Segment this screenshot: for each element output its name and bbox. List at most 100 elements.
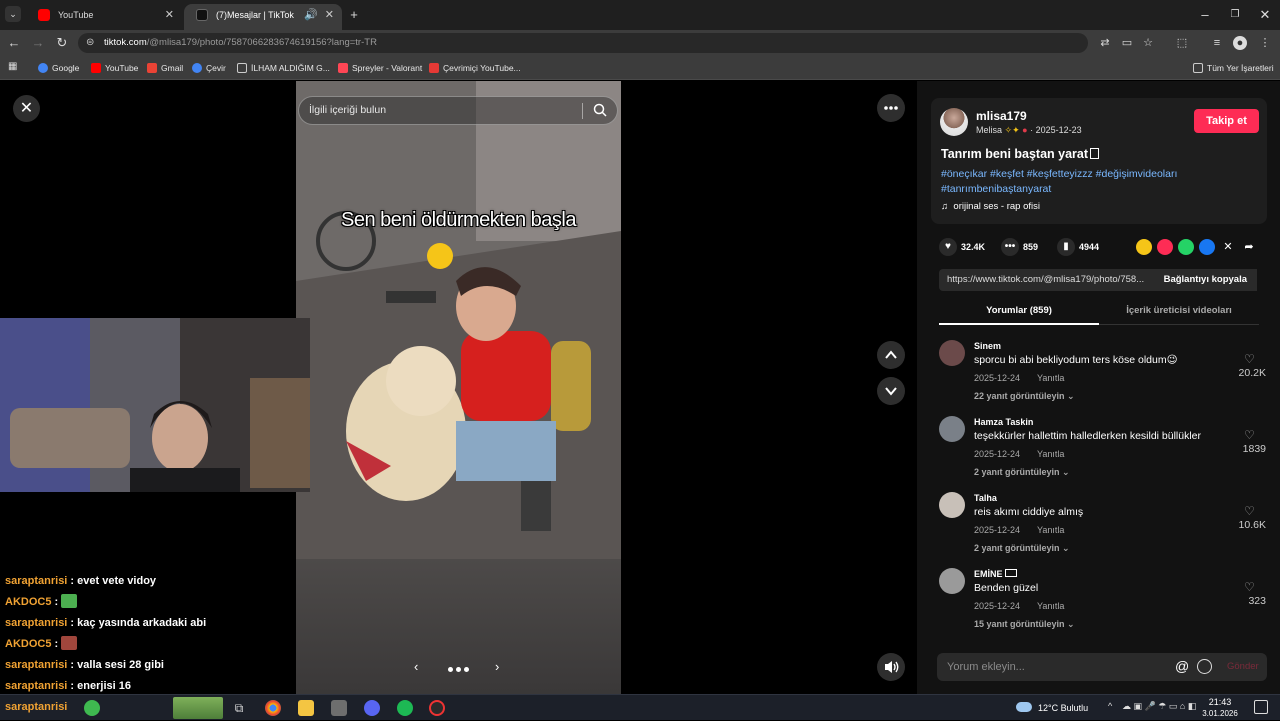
copy-link-button[interactable]: Bağlantıyı kopyala	[1153, 269, 1257, 291]
obs-icon[interactable]	[429, 700, 445, 716]
menu-icon[interactable]: ⋮	[1258, 36, 1272, 50]
photo-viewer[interactable]: İlgili içeriği bulun Sen beni öldürmekte…	[296, 81, 621, 694]
discord-icon[interactable]	[364, 700, 380, 716]
bookmark-google[interactable]: Google	[38, 62, 79, 74]
reply-button[interactable]: Yanıtla	[1037, 373, 1064, 383]
forward-icon[interactable]: →	[29, 34, 47, 52]
page-dot[interactable]	[448, 667, 453, 672]
x-icon[interactable]: ✕	[1220, 239, 1236, 255]
apps-grid-icon[interactable]: ▦	[8, 62, 18, 72]
reload-icon[interactable]: ↻	[53, 34, 71, 52]
share-arrow-icon[interactable]: ➦	[1241, 239, 1257, 255]
tab-comments[interactable]: Yorumlar (859)	[939, 299, 1099, 325]
minimize-button[interactable]: –	[1196, 6, 1214, 24]
close-viewer-button[interactable]: ✕	[13, 95, 40, 122]
close-tab-icon[interactable]: ✕	[165, 4, 174, 26]
app-icon[interactable]	[84, 700, 100, 716]
tab-tiktok[interactable]: (7)Mesajlar | TikTok 🔊 ✕	[184, 4, 342, 30]
app-icon[interactable]	[331, 700, 347, 716]
maximize-button[interactable]: ❐	[1226, 6, 1244, 24]
commenter-name[interactable]: EMİNE	[974, 569, 1018, 579]
follow-button[interactable]: Takip et	[1194, 109, 1259, 133]
commenter-avatar[interactable]	[939, 416, 965, 442]
bookmark-valorant[interactable]: Spreyler - Valorant	[338, 62, 422, 74]
favorite-button[interactable]: ▮ 4944	[1057, 238, 1099, 256]
page-dot[interactable]	[464, 667, 469, 672]
volume-button[interactable]	[877, 653, 905, 681]
commenter-name[interactable]: Talha	[974, 493, 997, 503]
clock-date[interactable]: 3.01.2026	[1200, 709, 1240, 718]
heart-outline-icon[interactable]: ♡	[1244, 353, 1256, 365]
site-info-icon[interactable]: ⊜	[86, 33, 94, 53]
emoji-picker-icon[interactable]	[1197, 659, 1212, 674]
bookmark-gmail[interactable]: Gmail	[147, 62, 183, 74]
commenter-name[interactable]: Sinem	[974, 341, 1001, 351]
commenter-avatar[interactable]	[939, 340, 965, 366]
tab-youtube[interactable]: YouTube ✕	[26, 4, 182, 30]
like-button[interactable]: ♥ 32.4K	[939, 238, 985, 256]
tray-chevron-up-icon[interactable]: ^	[1108, 701, 1112, 711]
share-link-url[interactable]: https://www.tiktok.com/@mlisa179/photo/7…	[947, 269, 1144, 291]
send-comment-button[interactable]: Gönder	[1227, 653, 1259, 681]
weather-text[interactable]: 12°C Bulutlu	[1038, 703, 1088, 713]
post-hashtags[interactable]: #öneçıkar #keşfet #keşfetteyizzz #değişi…	[941, 167, 1261, 197]
tray-icons[interactable]: ☁ ▣ 🎤 ☂ ▭ ⌂ ◧	[1122, 701, 1196, 712]
page-dot[interactable]	[456, 667, 461, 672]
heart-outline-icon[interactable]: ♡	[1244, 505, 1256, 517]
bookmark-translate[interactable]: Çevir	[192, 62, 226, 74]
window-close-button[interactable]: ✕	[1256, 6, 1274, 24]
bookmark-cevrimici[interactable]: Çevrimiçi YouTube...	[429, 62, 521, 74]
whatsapp-icon[interactable]	[1178, 239, 1194, 255]
reply-button[interactable]: Yanıtla	[1037, 525, 1064, 535]
bookmark-folder-ilham[interactable]: İLHAM ALDIĞIM G...	[237, 62, 330, 74]
media-control-icon[interactable]: ≡	[1210, 36, 1224, 50]
commenter-name[interactable]: Hamza Taskin	[974, 417, 1033, 427]
bookmark-all[interactable]: Tüm Yer İşaretleri	[1193, 62, 1274, 74]
clock-time[interactable]: 21:43	[1200, 697, 1240, 707]
task-view-icon[interactable]: ⧉	[231, 700, 247, 716]
notification-icon[interactable]	[1254, 700, 1268, 714]
speaker-icon[interactable]: 🔊	[304, 4, 318, 26]
file-explorer-icon[interactable]	[298, 700, 314, 716]
view-replies-button[interactable]: 15 yanıt görüntüleyin ⌄	[974, 619, 1075, 630]
previous-photo-icon[interactable]: ‹	[414, 659, 418, 674]
share-emoji-icon[interactable]	[1136, 239, 1152, 255]
view-replies-button[interactable]: 2 yanıt görüntüleyin ⌄	[974, 467, 1070, 478]
bookmark-star-icon[interactable]: ☆	[1141, 36, 1155, 50]
commenter-avatar[interactable]	[939, 568, 965, 594]
more-options-button[interactable]	[877, 94, 905, 122]
previous-post-button[interactable]	[877, 341, 905, 369]
comment-button[interactable]: ••• 859	[1001, 238, 1038, 256]
related-search-bar[interactable]: İlgili içeriği bulun	[298, 96, 618, 125]
cast-icon[interactable]: ▭	[1120, 36, 1134, 50]
back-icon[interactable]: ←	[5, 34, 23, 52]
author-username[interactable]: mlisa179	[976, 109, 1027, 123]
translate-icon[interactable]: ⇄	[1098, 36, 1112, 50]
new-tab-button[interactable]: +	[345, 6, 363, 24]
share-tiktok-icon[interactable]	[1157, 239, 1173, 255]
music-info[interactable]: ♫ orijinal ses - rap ofisi	[941, 201, 1040, 212]
view-replies-button[interactable]: 2 yanıt görüntüleyin ⌄	[974, 543, 1070, 554]
facebook-icon[interactable]	[1199, 239, 1215, 255]
heart-outline-icon[interactable]: ♡	[1244, 429, 1256, 441]
extensions-icon[interactable]: ⬚	[1175, 36, 1189, 50]
spotify-icon[interactable]	[397, 700, 413, 716]
tab-search-button[interactable]: ⌄	[5, 6, 21, 22]
close-tab-icon[interactable]: ✕	[325, 4, 334, 26]
chrome-icon[interactable]	[265, 700, 281, 716]
heart-outline-icon[interactable]: ♡	[1244, 581, 1256, 593]
reply-button[interactable]: Yanıtla	[1037, 601, 1064, 611]
author-avatar[interactable]	[940, 108, 968, 136]
next-photo-icon[interactable]: ›	[495, 659, 499, 674]
search-icon[interactable]	[593, 103, 607, 117]
url-field[interactable]: ⊜ tiktok.com/@mlisa179/photo/75870662836…	[78, 33, 1088, 53]
comment-input[interactable]: Yorum ekleyin... @ Gönder	[937, 653, 1267, 681]
commenter-avatar[interactable]	[939, 492, 965, 518]
reply-button[interactable]: Yanıtla	[1037, 449, 1064, 459]
tab-creator-videos[interactable]: İçerik üreticisi videoları	[1099, 299, 1259, 323]
view-replies-button[interactable]: 22 yanıt görüntüleyin ⌄	[974, 391, 1075, 402]
next-post-button[interactable]	[877, 377, 905, 405]
profile-avatar[interactable]: ●	[1233, 36, 1247, 50]
mention-icon[interactable]: @	[1175, 659, 1189, 673]
bookmark-youtube[interactable]: YouTube	[91, 62, 138, 74]
